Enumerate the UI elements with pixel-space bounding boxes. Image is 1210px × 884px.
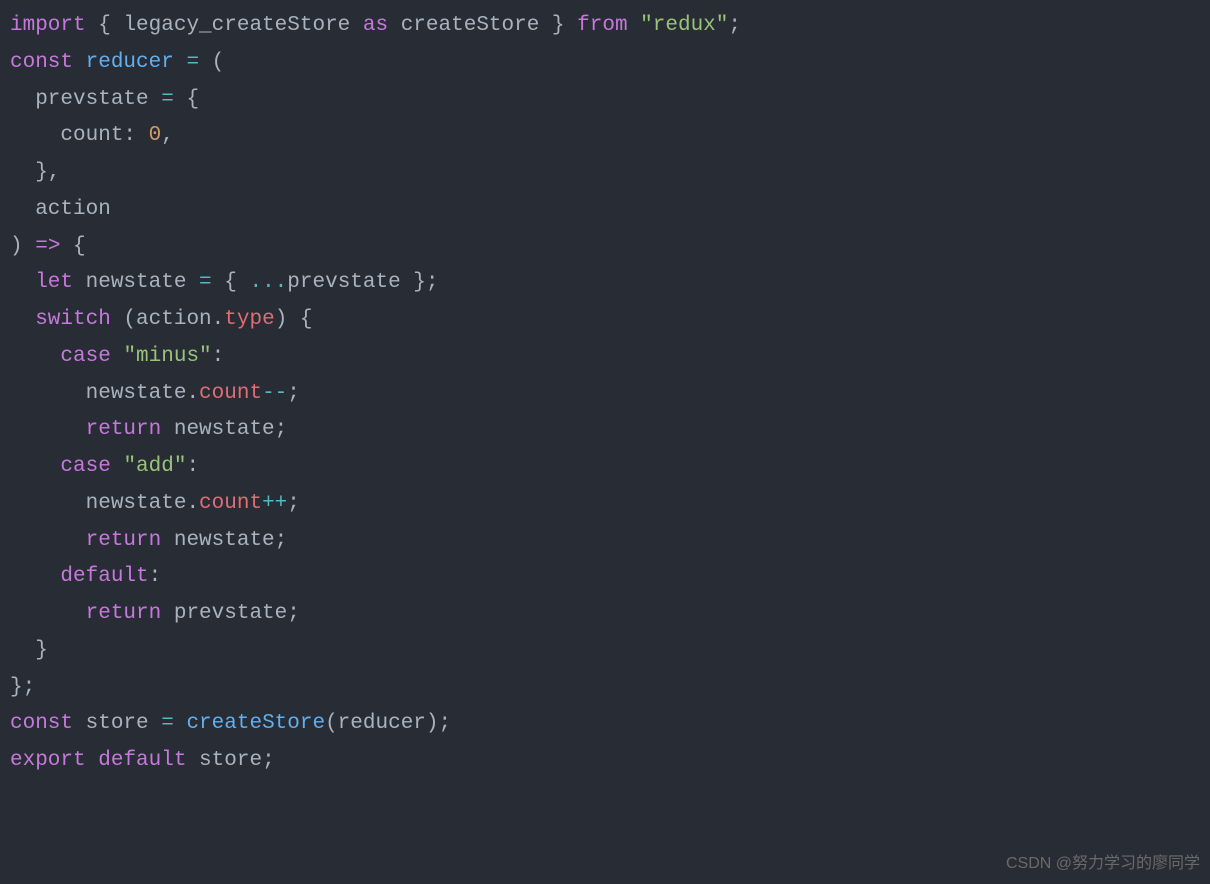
code-line: newstate.count++;	[10, 486, 1200, 523]
code-line: }	[10, 633, 1200, 670]
code-editor[interactable]: import { legacy_createStore as createSto…	[0, 0, 1210, 788]
code-line: return newstate;	[10, 412, 1200, 449]
code-line: ) => {	[10, 229, 1200, 266]
keyword-import: import	[10, 14, 86, 37]
code-line: return prevstate;	[10, 596, 1200, 633]
code-line: };	[10, 670, 1200, 707]
code-line: newstate.count--;	[10, 376, 1200, 413]
code-line: },	[10, 155, 1200, 192]
code-line: import { legacy_createStore as createSto…	[10, 8, 1200, 45]
code-line: case "add":	[10, 449, 1200, 486]
code-line: const reducer = (	[10, 45, 1200, 82]
code-line: prevstate = {	[10, 82, 1200, 119]
code-line: const store = createStore(reducer);	[10, 706, 1200, 743]
watermark-text: CSDN @努力学习的廖同学	[1006, 850, 1200, 878]
code-line: count: 0,	[10, 118, 1200, 155]
code-line: switch (action.type) {	[10, 302, 1200, 339]
code-line: case "minus":	[10, 339, 1200, 376]
code-line: return newstate;	[10, 523, 1200, 560]
code-line: default:	[10, 559, 1200, 596]
code-line: action	[10, 192, 1200, 229]
code-line: export default store;	[10, 743, 1200, 780]
code-line: let newstate = { ...prevstate };	[10, 265, 1200, 302]
